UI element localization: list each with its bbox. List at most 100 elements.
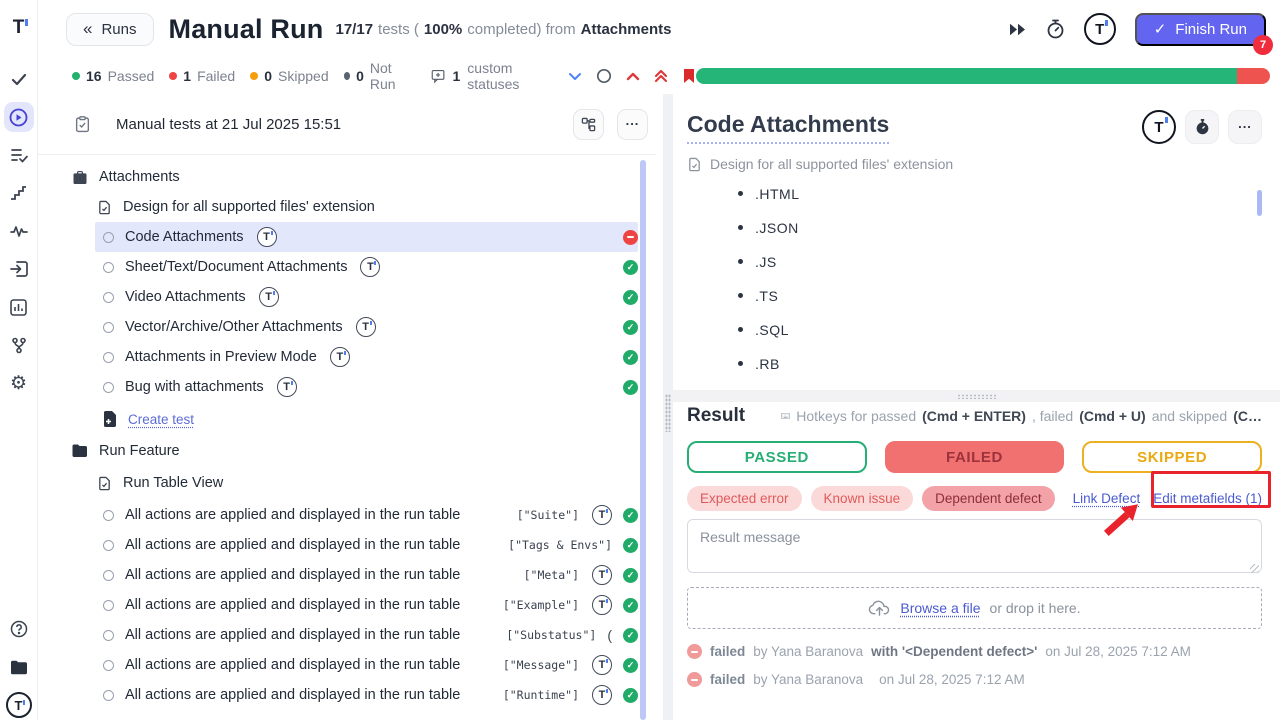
tree-test[interactable]: Bug with attachments T [95,372,638,402]
test-timer-button[interactable] [1185,110,1219,144]
test-more-button[interactable]: ... [1228,110,1262,144]
tree-test[interactable]: Video Attachments T [95,282,638,312]
left-scrollbar[interactable] [640,160,646,720]
analytics-icon[interactable] [4,292,34,322]
cloud-upload-icon [868,600,891,617]
radio-icon[interactable] [103,232,114,243]
chevron-up-icon[interactable] [626,72,640,81]
radio-icon[interactable] [103,600,114,611]
radio-icon[interactable] [103,352,114,363]
test-detail-scroll-area: Code Attachments T ... Design for all su… [673,94,1280,390]
result-message-input[interactable] [687,519,1262,573]
tree-view-button[interactable] [573,109,604,140]
tag-expected-error[interactable]: Expected error [687,486,802,511]
tree-folder[interactable]: Run Feature [72,436,638,466]
automated-test-icon: T [592,685,612,705]
run-panel-more-button[interactable]: ... [617,109,648,140]
browse-file-link[interactable]: Browse a file [900,600,980,616]
branches-icon[interactable] [4,330,34,360]
tests-icon[interactable] [4,64,34,94]
tree-test-selected[interactable]: Code Attachments T [95,222,638,252]
double-chevron-up-icon[interactable] [654,69,668,83]
radio-icon[interactable] [103,292,114,303]
tree-test[interactable]: Sheet/Text/Document Attachments T [95,252,638,282]
test-title[interactable]: Code Attachments [687,111,889,144]
tree-test[interactable]: Vector/Archive/Other Attachments T [95,312,638,342]
radio-icon[interactable] [103,690,114,701]
mark-failed-button[interactable]: FAILED [885,441,1065,473]
radio-icon[interactable] [103,382,114,393]
list-item: .HTML [687,182,1262,216]
list-item: .SQL [687,318,1262,352]
mark-passed-button[interactable]: PASSED [687,441,867,473]
status-passed-icon [623,290,638,305]
tree-test[interactable]: All actions are applied and displayed in… [95,530,638,560]
source-suite: Attachments [581,21,672,38]
briefcase-icon [72,170,88,185]
bookmark-icon[interactable] [682,68,696,84]
result-divider[interactable] [673,390,1280,402]
tree-test[interactable]: All actions are applied and displayed in… [95,620,638,650]
projects-folder-icon[interactable] [4,652,34,682]
drag-handle-icon[interactable] [957,394,997,399]
pulse-icon[interactable] [4,216,34,246]
right-scrollbar[interactable] [1257,190,1262,216]
status-failed-icon [623,230,638,245]
tree-suite[interactable]: Attachments [72,162,638,192]
tree-test[interactable]: All actions are applied and displayed in… [95,650,638,680]
radio-icon[interactable] [103,262,114,273]
app-sidebar: T ⚙ T [0,0,38,720]
runs-icon[interactable] [4,102,34,132]
run-owner-logo-icon[interactable]: T [1084,13,1116,45]
automated-test-logo-icon[interactable]: T [1142,110,1176,144]
tree-test[interactable]: All actions are applied and displayed in… [95,500,638,530]
steps-icon[interactable] [4,178,34,208]
circle-filter-icon[interactable] [596,68,612,84]
file-dropzone[interactable]: Browse a file or drop it here. [687,587,1262,629]
fast-forward-icon[interactable] [1008,23,1027,36]
tree-doc[interactable]: Design for all supported files' extensio… [97,192,638,222]
mark-skipped-button[interactable]: SKIPPED [1082,441,1262,473]
status-passed-icon [623,568,638,583]
testomat-logo-icon[interactable]: T [4,12,34,42]
result-history: failed by Yana Baranova with '<Dependent… [687,644,1262,687]
list-item: .JS [687,250,1262,284]
radio-icon[interactable] [103,322,114,333]
radio-icon[interactable] [103,630,114,641]
tree-test[interactable]: All actions are applied and displayed in… [95,560,638,590]
test-plans-icon[interactable] [4,140,34,170]
finish-run-button[interactable]: ✓ Finish Run 7 [1135,13,1266,46]
help-icon[interactable] [4,614,34,644]
back-to-runs-button[interactable]: « Runs [66,13,154,46]
status-passed-icon [623,260,638,275]
test-detail-panel: Code Attachments T ... Design for all su… [673,94,1280,720]
automated-test-icon: T [259,287,279,307]
radio-icon[interactable] [103,510,114,521]
hierarchy-icon [581,117,596,132]
radio-icon[interactable] [103,570,114,581]
drag-handle-icon[interactable] [665,394,671,432]
radio-icon[interactable] [103,540,114,551]
settings-gear-icon[interactable]: ⚙ [4,368,34,398]
notification-badge[interactable]: 7 [1253,35,1273,55]
tag-dependent-defect[interactable]: Dependent defect [922,486,1055,511]
tree-test[interactable]: All actions are applied and displayed in… [95,680,638,710]
automated-test-icon: T [592,655,612,675]
timer-icon[interactable] [1046,19,1065,39]
panel-divider[interactable] [663,94,673,720]
tree-test[interactable]: Attachments in Preview Mode T [95,342,638,372]
create-test-row[interactable]: Create test [95,404,638,434]
notrun-dot-icon [344,72,350,80]
radio-icon[interactable] [103,660,114,671]
custom-statuses[interactable]: 1custom statuses [431,60,551,92]
tree-doc[interactable]: Run Table View [97,468,638,498]
tag-known-issue[interactable]: Known issue [811,486,914,511]
resize-handle[interactable] [1250,564,1259,573]
tree-test[interactable]: All actions are applied and displayed in… [95,590,638,620]
create-test-link[interactable]: Create test [128,412,194,427]
failed-status-icon [687,644,702,659]
import-icon[interactable] [4,254,34,284]
status-passed-icon [623,628,638,643]
profile-avatar[interactable]: T [4,690,34,720]
chevron-down-icon[interactable] [568,72,582,81]
